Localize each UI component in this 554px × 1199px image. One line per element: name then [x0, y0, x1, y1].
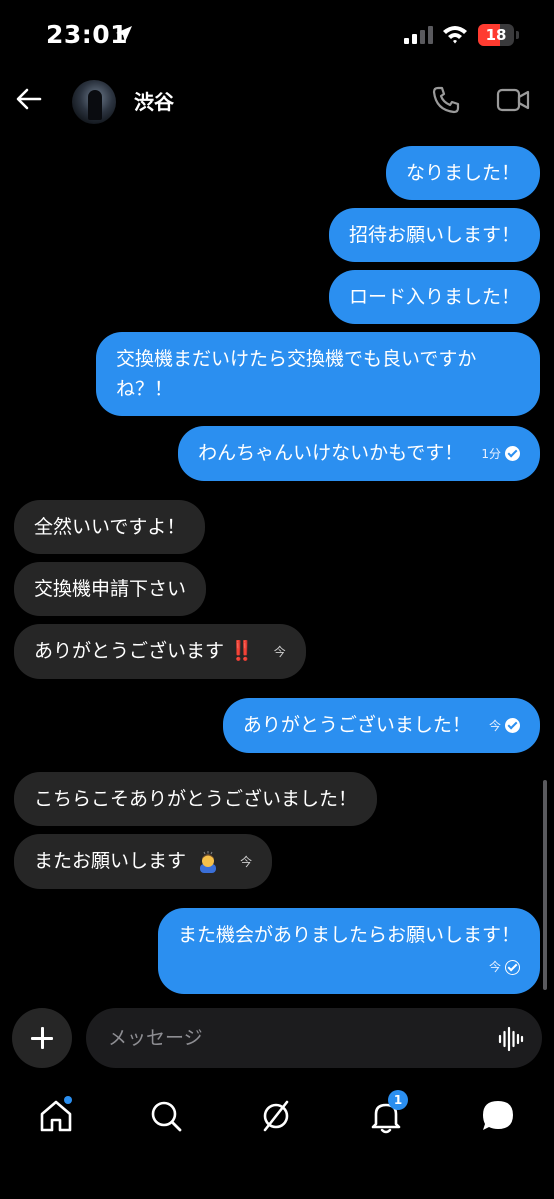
signal-icon: [404, 26, 433, 44]
message-text: 交換機申請下さい: [34, 578, 187, 600]
nav-home[interactable]: [36, 1096, 76, 1136]
message-time: 1分: [481, 446, 501, 461]
message-bubble-outgoing[interactable]: 招待お願いします！: [328, 208, 540, 262]
bowing-person-emoji: [200, 850, 217, 873]
message-text: わんちゃんいけないかもです！: [198, 442, 464, 464]
message-text: またお願いします: [34, 850, 187, 872]
video-icon[interactable]: [496, 86, 530, 114]
message-composer: [0, 1006, 554, 1070]
nav-explore[interactable]: [256, 1096, 296, 1136]
nav-search[interactable]: [146, 1096, 186, 1136]
message-bubble-outgoing[interactable]: ありがとうございました！ 今: [222, 698, 540, 753]
message-text: こちらこそありがとうございました！: [34, 788, 358, 810]
message-time: 今: [488, 960, 501, 974]
nav-notifications[interactable]: 1: [366, 1090, 408, 1136]
message-bubble-outgoing[interactable]: ロード入りました！: [328, 270, 540, 324]
bottom-nav: 1: [0, 1086, 554, 1146]
message-text: また機会がありましたらお願いします！: [177, 924, 520, 946]
compass-icon: [263, 1100, 289, 1132]
message-text: 交換機まだいけたら交換機でも良いですかね？！: [116, 348, 477, 400]
notification-count-badge: 1: [388, 1090, 408, 1110]
battery-cap: [516, 31, 519, 39]
message-text: 招待お願いします！: [348, 224, 520, 246]
message-meta: 今: [178, 952, 520, 982]
message-text: ありがとうございました！: [242, 714, 471, 736]
message-bubble-incoming[interactable]: ありがとうございます ‼️ 今: [14, 624, 306, 679]
read-check-icon: [505, 718, 520, 733]
avatar-figure: [88, 90, 102, 120]
message-bubble-incoming[interactable]: こちらこそありがとうございました！: [14, 772, 378, 826]
message-meta: 1分: [481, 439, 520, 469]
scrollbar[interactable]: [543, 780, 547, 990]
message-meta: 今: [274, 637, 286, 667]
battery-percent: 18: [485, 26, 507, 44]
avatar[interactable]: [72, 80, 116, 124]
home-badge-dot: [64, 1096, 72, 1104]
message-text: 全然いいですよ！: [34, 516, 186, 538]
back-arrow-icon[interactable]: [14, 84, 44, 114]
double-exclamation-emoji: ‼️: [230, 640, 254, 662]
message-bubble-outgoing[interactable]: 交換機まだいけたら交換機でも良いですかね？！: [96, 332, 540, 416]
message-bubble-incoming[interactable]: またお願いします 今: [14, 834, 273, 889]
message-list[interactable]: なりました！ 招待お願いします！ ロード入りました！ 交換機まだいけたら交換機で…: [0, 140, 554, 1000]
search-icon: [151, 1101, 182, 1132]
message-input[interactable]: [86, 1008, 542, 1068]
status-bar: 23:01 18: [0, 0, 554, 72]
message-bubble-outgoing[interactable]: また機会がありましたらお願いします！ 今: [157, 908, 540, 994]
chat-bubble-icon: [483, 1101, 513, 1130]
phone-icon[interactable]: [430, 84, 462, 116]
message-text: なりました！: [405, 162, 520, 184]
message-bubble-outgoing[interactable]: なりました！: [385, 146, 540, 200]
wifi-icon: [443, 26, 467, 44]
nav-messages[interactable]: [478, 1096, 518, 1136]
sent-check-icon: [505, 959, 520, 975]
message-time: 今: [488, 718, 501, 733]
battery-icon: 18: [478, 24, 514, 46]
message-meta: 今: [240, 847, 252, 877]
message-meta: 今: [489, 711, 520, 741]
message-bubble-incoming[interactable]: 全然いいですよ！: [14, 500, 206, 554]
message-time: 今: [273, 644, 286, 659]
message-text: ありがとうございます: [34, 640, 225, 662]
voice-waveform-icon[interactable]: [498, 1026, 524, 1052]
message-bubble-incoming[interactable]: 交換機申請下さい: [14, 562, 207, 616]
location-arrow-icon: [116, 26, 132, 42]
contact-name[interactable]: 渋谷: [134, 86, 174, 115]
plus-icon[interactable]: [12, 1008, 72, 1068]
message-bubble-outgoing[interactable]: わんちゃんいけないかもです！ 1分: [178, 426, 540, 481]
message-text: ロード入りました！: [348, 286, 520, 308]
read-check-icon: [505, 446, 520, 461]
chat-header: 渋谷: [0, 72, 554, 128]
message-time: 今: [240, 854, 253, 869]
